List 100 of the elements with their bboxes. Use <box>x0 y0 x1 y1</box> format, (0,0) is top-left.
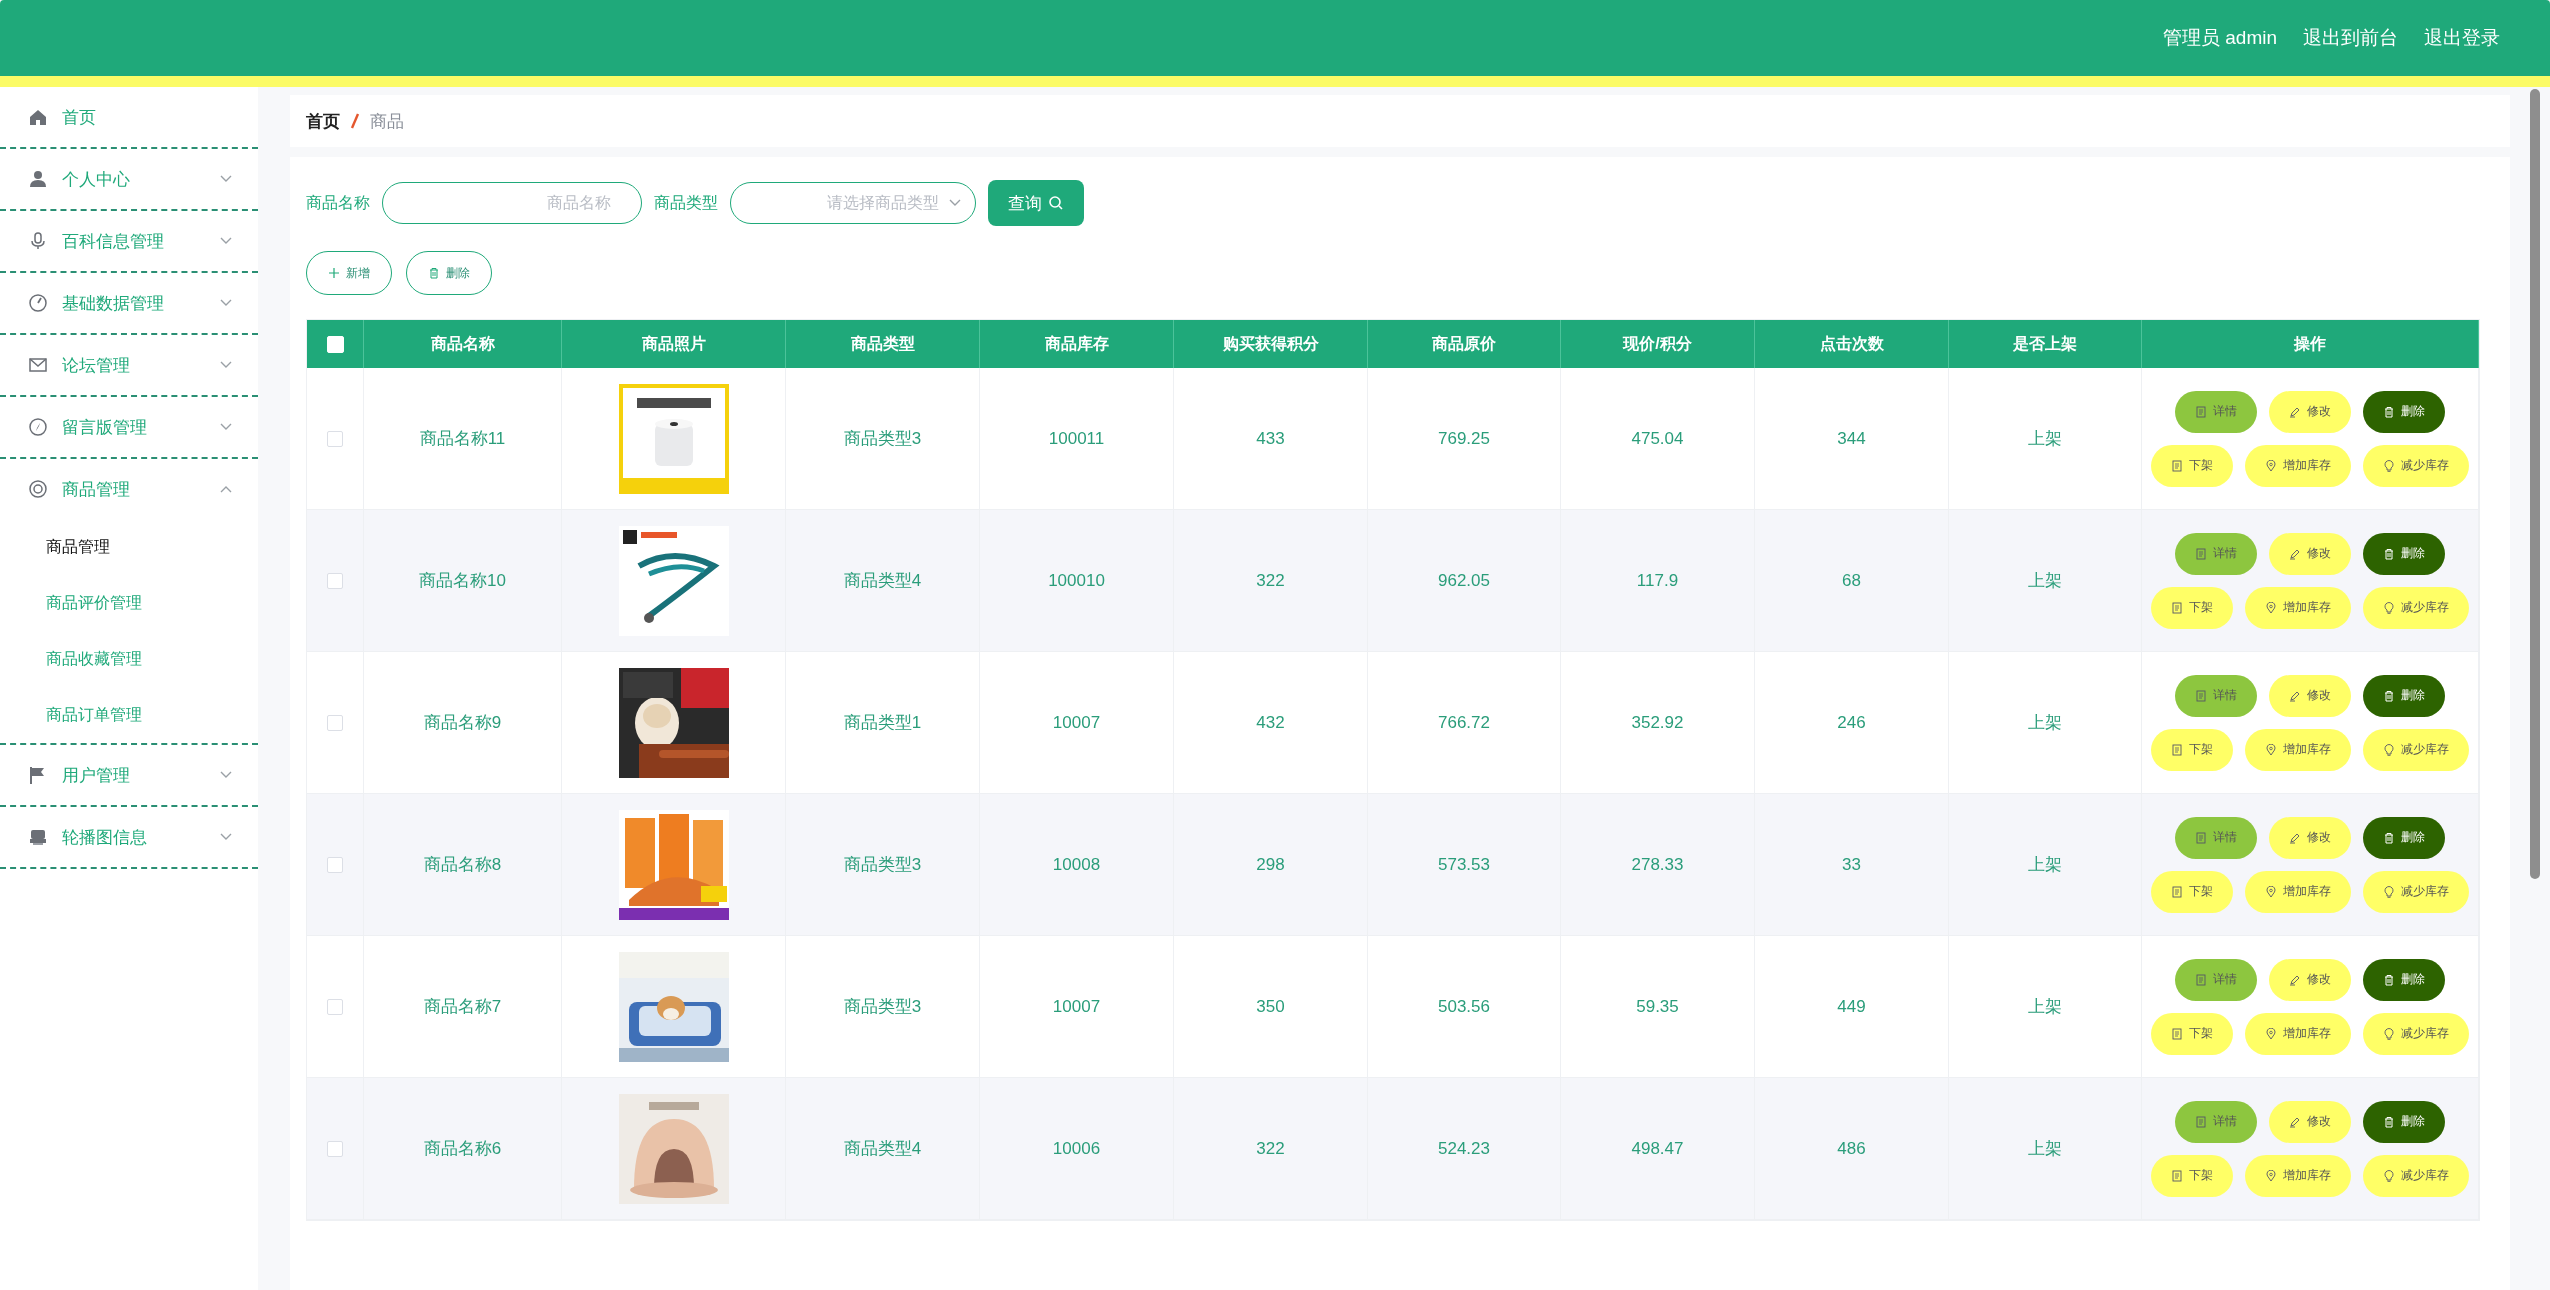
unlist-button[interactable]: 下架 <box>2151 1154 2233 1197</box>
table-cell-text: 商品类型4 <box>843 1138 922 1160</box>
pin-icon <box>2265 459 2277 472</box>
reduce-stock-button[interactable]: 减少库存 <box>2363 870 2469 913</box>
reduce-stock-button[interactable]: 减少库存 <box>2363 1154 2469 1197</box>
table-cell-text: 上架 <box>2028 1138 2062 1160</box>
reduce-stock-button[interactable]: 减少库存 <box>2363 444 2469 487</box>
delete-button[interactable]: 删除 <box>2363 532 2445 575</box>
document-icon <box>2171 459 2183 472</box>
details-button[interactable]: 详情 <box>2175 1100 2257 1143</box>
table-cell-text: 商品名称10 <box>419 570 506 592</box>
details-button[interactable]: 详情 <box>2175 390 2257 433</box>
table-cell: 498.47 <box>1631 1138 1684 1159</box>
pin-icon <box>2265 601 2277 614</box>
table-cell: 524.23 <box>1438 1138 1490 1159</box>
table-cell: 769.25 <box>1438 428 1490 449</box>
delete-button[interactable]: 删除 <box>2363 674 2445 717</box>
delete-button[interactable]: 删除 <box>406 251 492 295</box>
unlist-button[interactable]: 下架 <box>2151 1012 2233 1055</box>
table-cell: 100010 <box>1048 570 1105 591</box>
add-stock-button[interactable]: 增加库存 <box>2245 870 2351 913</box>
table-cell-text: 商品类型1 <box>843 712 922 734</box>
table-cell: 10007 <box>1052 996 1101 1017</box>
edit-button[interactable]: 修改 <box>2269 532 2351 575</box>
add-stock-button[interactable]: 增加库存 <box>2245 1154 2351 1197</box>
reduce-stock-button[interactable]: 减少库存 <box>2363 728 2469 771</box>
bulb-icon <box>2383 743 2395 756</box>
row-checkbox[interactable] <box>327 572 343 589</box>
trash-icon <box>2383 973 2395 986</box>
table-cell-text: 商品名称7 <box>423 996 502 1018</box>
bulb-icon <box>2383 885 2395 898</box>
add-button[interactable]: 新增 <box>306 251 392 295</box>
table-cell: 432 <box>1256 712 1285 733</box>
table-cell: 322 <box>1256 1138 1285 1159</box>
submenu-item[interactable]: 商品管理 <box>0 519 258 575</box>
trash-icon <box>2383 405 2395 418</box>
trash-icon <box>2383 689 2395 702</box>
row-checkbox[interactable] <box>327 430 343 447</box>
scroll-bar[interactable] <box>2530 89 2540 879</box>
row-checkbox[interactable] <box>327 998 343 1015</box>
table-cell: 10008 <box>1052 854 1101 875</box>
plus-icon <box>328 267 340 279</box>
edit-button[interactable]: 修改 <box>2269 958 2351 1001</box>
edit-button[interactable]: 修改 <box>2269 674 2351 717</box>
table-cell: 59.35 <box>1636 996 1679 1017</box>
document-icon <box>2171 743 2183 756</box>
add-stock-button[interactable]: 增加库存 <box>2245 1012 2351 1055</box>
add-stock-button[interactable]: 增加库存 <box>2245 586 2351 629</box>
bulb-icon <box>2383 601 2395 614</box>
pen-icon <box>2289 547 2301 560</box>
add-stock-button[interactable]: 增加库存 <box>2245 444 2351 487</box>
details-button[interactable]: 详情 <box>2175 532 2257 575</box>
table-cell: 100011 <box>1048 428 1105 449</box>
table-cell: 475.04 <box>1631 428 1684 449</box>
row-checkbox[interactable] <box>327 856 343 873</box>
document-icon <box>2195 405 2207 418</box>
table-cell: 10006 <box>1052 1138 1101 1159</box>
row-checkbox[interactable] <box>327 1140 343 1157</box>
pin-icon <box>2265 885 2277 898</box>
edit-button[interactable]: 修改 <box>2269 390 2351 433</box>
delete-button[interactable]: 删除 <box>2363 390 2445 433</box>
trash-icon <box>2383 831 2395 844</box>
bulb-icon <box>2383 1169 2395 1182</box>
edit-button[interactable]: 修改 <box>2269 816 2351 859</box>
table-cell: 486 <box>1837 1138 1866 1159</box>
details-button[interactable]: 详情 <box>2175 674 2257 717</box>
document-icon <box>2195 689 2207 702</box>
field-label: 商品类型 <box>654 192 718 213</box>
row-checkbox[interactable] <box>327 714 343 731</box>
details-button[interactable]: 详情 <box>2175 816 2257 859</box>
unlist-button[interactable]: 下架 <box>2151 870 2233 913</box>
document-icon <box>2171 1169 2183 1182</box>
table-cell: 322 <box>1256 570 1285 591</box>
details-button[interactable]: 详情 <box>2175 958 2257 1001</box>
unlist-button[interactable]: 下架 <box>2151 728 2233 771</box>
table-cell-text: 上架 <box>2028 428 2062 450</box>
field-label: 商品名称 <box>306 192 370 213</box>
select-all-checkbox[interactable] <box>326 335 344 353</box>
delete-button[interactable]: 删除 <box>2363 1100 2445 1143</box>
delete-button[interactable]: 删除 <box>2363 816 2445 859</box>
document-icon <box>2171 601 2183 614</box>
table-cell: 298 <box>1256 854 1285 875</box>
table-cell: 352.92 <box>1631 712 1684 733</box>
microphone-icon <box>28 231 48 251</box>
document-icon <box>2195 831 2207 844</box>
unlist-button[interactable]: 下架 <box>2151 444 2233 487</box>
reduce-stock-button[interactable]: 减少库存 <box>2363 586 2469 629</box>
chevron-down-icon <box>949 199 961 207</box>
add-stock-button[interactable]: 增加库存 <box>2245 728 2351 771</box>
unlist-button[interactable]: 下架 <box>2151 586 2233 629</box>
trash-icon <box>2383 547 2395 560</box>
gauge-icon <box>28 293 48 313</box>
table-cell-text: 上架 <box>2028 712 2062 734</box>
breadcrumb-link[interactable]: 首页 <box>306 109 340 133</box>
search-field[interactable]: 商品名称 <box>382 182 642 224</box>
reduce-stock-button[interactable]: 减少库存 <box>2363 1012 2469 1055</box>
document-icon <box>2195 1115 2207 1128</box>
edit-button[interactable]: 修改 <box>2269 1100 2351 1143</box>
lifebuoy-icon <box>28 479 48 499</box>
delete-button[interactable]: 删除 <box>2363 958 2445 1001</box>
